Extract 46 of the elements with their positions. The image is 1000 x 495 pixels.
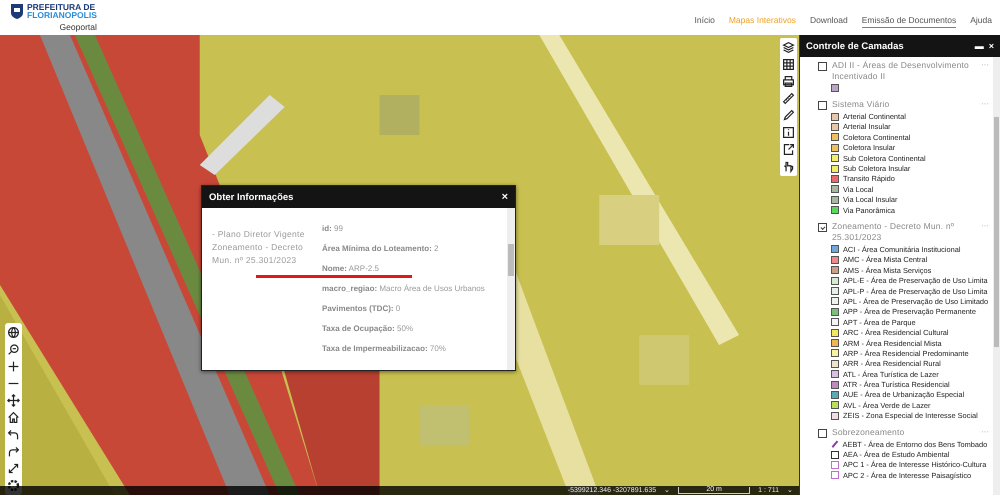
nav-link[interactable]: Emissão de Documentos bbox=[862, 15, 956, 28]
layer-name: Sistema Viário bbox=[832, 99, 890, 110]
layer-name: Sobrezoneamento bbox=[832, 426, 906, 438]
hand-icon[interactable] bbox=[782, 160, 795, 173]
scrollbar[interactable] bbox=[507, 208, 515, 370]
logo-city: FLORIANOPOLIS bbox=[27, 11, 97, 19]
nav-link[interactable]: Download bbox=[810, 15, 848, 28]
nav-link[interactable]: Início bbox=[694, 15, 715, 28]
nav-link[interactable]: Ajuda bbox=[970, 15, 992, 28]
layer-name: Zoneamento - Decreto Mun. nº 25.301/2023 bbox=[832, 221, 956, 244]
minimize-button[interactable]: ▬ bbox=[974, 41, 984, 51]
attribute-text: macro_regiao: Macro Área de Usos Urbanos bbox=[322, 284, 486, 293]
print-icon[interactable] bbox=[782, 75, 795, 88]
close-button[interactable]: × bbox=[502, 191, 508, 203]
layers-icon[interactable] bbox=[782, 41, 795, 54]
zoom-icon[interactable] bbox=[7, 343, 20, 356]
layer-name: ADI II - Áreas de Desenvolvimento Incentivado II bbox=[832, 60, 970, 82]
layer-checkbox[interactable] bbox=[818, 101, 827, 110]
layer-checkbox[interactable] bbox=[818, 223, 827, 232]
pencil-icon[interactable] bbox=[782, 109, 795, 122]
shield-logo-icon bbox=[10, 3, 24, 20]
undo-icon[interactable] bbox=[7, 428, 20, 441]
home-icon[interactable] bbox=[7, 411, 20, 424]
panel-title: Controle de Camadas bbox=[806, 40, 904, 52]
export-icon[interactable] bbox=[782, 143, 795, 156]
resize-icon[interactable] bbox=[7, 462, 20, 475]
globe-icon[interactable] bbox=[7, 326, 20, 339]
scrollbar[interactable] bbox=[993, 57, 1000, 495]
logo-title: PREFEITURA DE bbox=[27, 3, 96, 11]
zoom-in-icon[interactable] bbox=[7, 360, 20, 373]
info-icon[interactable] bbox=[782, 126, 795, 139]
attribute-text: Área Mínima do Loteamento: 2 bbox=[322, 244, 440, 253]
attribute-text: Pavimentos (TDC): 0 bbox=[322, 304, 402, 313]
attribute-text: id: 99 bbox=[322, 224, 344, 233]
attribute-text: Taxa de Impermeabilizacao: 70% bbox=[322, 344, 447, 353]
popup-title: Obter Informações bbox=[209, 192, 294, 202]
ruler-icon[interactable] bbox=[782, 92, 795, 105]
pan-icon[interactable] bbox=[7, 394, 20, 407]
logo-subtitle: Geoportal bbox=[60, 22, 97, 32]
close-button[interactable]: × bbox=[988, 41, 994, 51]
layer-checkbox[interactable] bbox=[818, 62, 827, 71]
redo-icon[interactable] bbox=[7, 445, 20, 458]
attribute-text: Taxa de Ocupação: 50% bbox=[322, 324, 414, 333]
layer-name: - Plano Diretor Vigente Zoneamento - Decreto Mun. nº 25.301/2023 bbox=[211, 228, 306, 267]
grid-icon[interactable] bbox=[782, 58, 795, 71]
layer-checkbox[interactable] bbox=[818, 428, 827, 438]
